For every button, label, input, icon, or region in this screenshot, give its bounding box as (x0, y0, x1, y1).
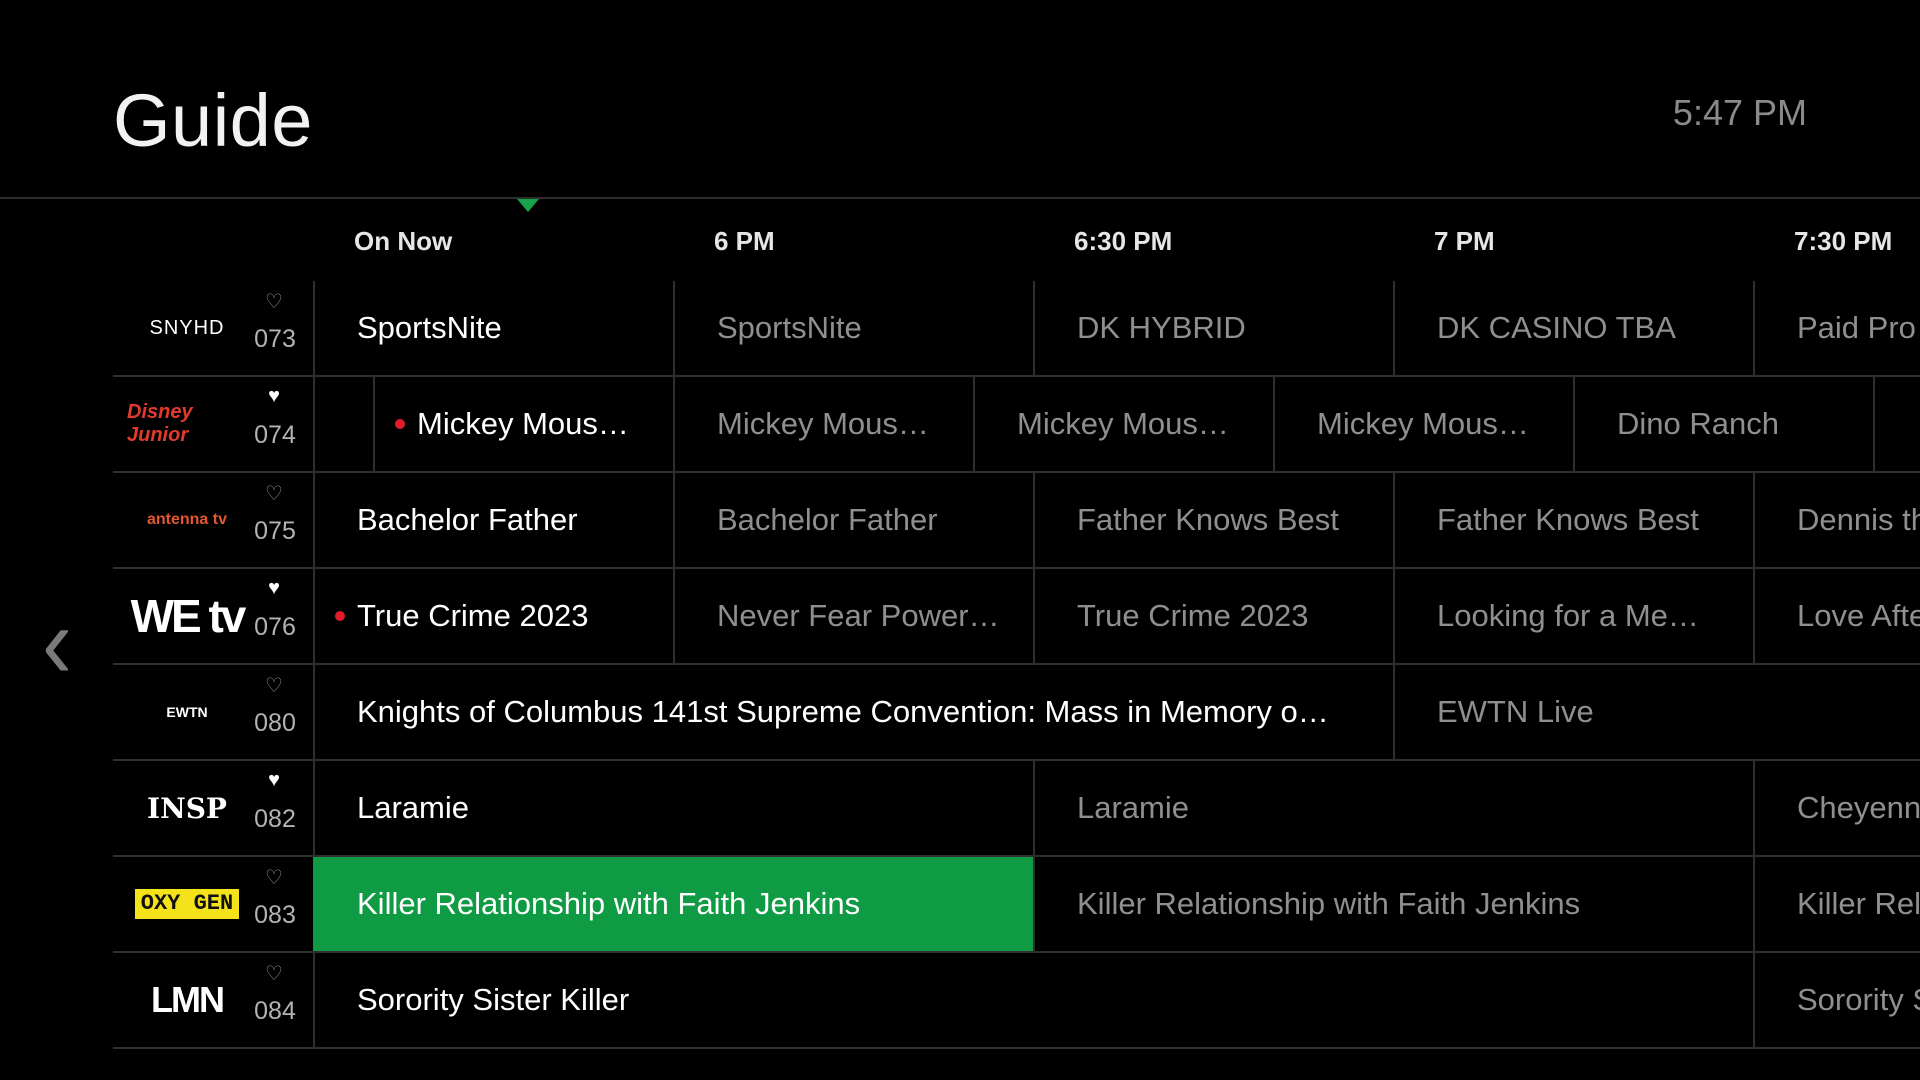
program-cell[interactable]: DK CASINO TBA (1393, 281, 1753, 375)
channel-number: 073 (254, 325, 296, 353)
channel-number: 075 (254, 517, 296, 545)
program-cell[interactable]: EWTN Live (1393, 665, 1920, 759)
program-cell[interactable]: Bachelor Father (313, 473, 673, 567)
channel-logo: LMN (151, 979, 225, 1020)
page-title: Guide (113, 79, 313, 162)
program-cell[interactable]: Father Knows Best (1393, 473, 1753, 567)
favorite-heart-icon[interactable]: ♥ (254, 385, 294, 408)
channel-logo: OXY GEN (127, 871, 247, 937)
program-cell[interactable]: Killer Relationship with Faith Jenkins (1033, 857, 1753, 951)
scroll-left-icon[interactable]: ‹ (42, 591, 72, 695)
live-dot-icon (395, 419, 405, 429)
channel-cell[interactable]: Disney Junior ♥ 074 (113, 377, 315, 471)
now-indicator-icon (517, 199, 539, 212)
channel-number: 080 (254, 709, 296, 737)
program-cell[interactable]: SportsNite (313, 281, 673, 375)
program-cell[interactable]: Sorority Sister Killer (313, 953, 1753, 1047)
favorite-heart-icon[interactable]: ♡ (254, 673, 294, 698)
program-cell[interactable]: Mickey Mous… (673, 377, 973, 471)
program-cell[interactable]: Paid Pro (1753, 281, 1920, 375)
guide-row: INSP ♥ 082 Laramie Laramie Cheyenn (113, 761, 1920, 857)
program-cell[interactable]: Mickey Mous… (973, 377, 1273, 471)
program-cell[interactable]: Laramie (1033, 761, 1753, 855)
program-title: Mickey Mous… (417, 406, 629, 441)
channel-logo: SNYHD (149, 316, 225, 339)
time-7pm: 7 PM (1434, 226, 1495, 256)
program-cell[interactable]: Looking for a Me… (1393, 569, 1753, 663)
favorite-heart-icon[interactable]: ♡ (254, 289, 294, 314)
time-on-now: On Now (354, 226, 453, 256)
channel-cell[interactable]: SNYHD ♡ 073 (113, 281, 315, 375)
program-cell-past (313, 377, 373, 471)
channel-logo: antenna tv (146, 511, 227, 528)
channel-logo: EWTN (166, 704, 208, 720)
program-cell[interactable]: Dino Ranch (1573, 377, 1873, 471)
program-cell[interactable]: Mickey Mous… (1273, 377, 1573, 471)
timebar: On Now 6 PM 6:30 PM 7 PM 7:30 PM (0, 199, 1920, 281)
program-cell[interactable]: True Crime 2023 (1033, 569, 1393, 663)
program-title: True Crime 2023 (357, 598, 589, 633)
program-cell[interactable] (1873, 377, 1920, 471)
channel-cell[interactable]: EWTN ♡ 080 (113, 665, 315, 759)
program-cell[interactable]: Cheyenn (1753, 761, 1920, 855)
guide-row: EWTN ♡ 080 Knights of Columbus 141st Sup… (113, 665, 1920, 761)
channel-number: 074 (254, 421, 296, 449)
favorite-heart-icon[interactable]: ♡ (254, 865, 294, 890)
guide-row: OXY GEN ♡ 083 Killer Relationship with F… (113, 857, 1920, 953)
program-cell[interactable]: Dennis th (1753, 473, 1920, 567)
channel-logo: WE tv (130, 590, 247, 642)
channel-cell[interactable]: antenna tv ♡ 075 (113, 473, 315, 567)
favorite-heart-icon[interactable]: ♥ (254, 577, 294, 600)
channel-cell[interactable]: LMN ♡ 084 (113, 953, 315, 1047)
favorite-heart-icon[interactable]: ♥ (254, 769, 294, 792)
program-cell[interactable]: Laramie (313, 761, 1033, 855)
clock: 5:47 PM (1672, 92, 1807, 133)
program-cell[interactable]: DK HYBRID (1033, 281, 1393, 375)
program-cell[interactable]: Sorority S (1753, 953, 1920, 1047)
guide-row: antenna tv ♡ 075 Bachelor Father Bachelo… (113, 473, 1920, 569)
guide-row: SNYHD ♡ 073 SportsNite SportsNite DK HYB… (113, 281, 1920, 377)
channel-number: 083 (254, 901, 296, 929)
guide-row: LMN ♡ 084 Sorority Sister Killer Sororit… (113, 953, 1920, 1049)
favorite-heart-icon[interactable]: ♡ (254, 481, 294, 506)
time-6pm: 6 PM (714, 226, 775, 256)
program-cell[interactable]: True Crime 2023 (313, 569, 673, 663)
program-cell[interactable]: Knights of Columbus 141st Supreme Conven… (313, 665, 1393, 759)
channel-cell[interactable]: WE tv ♥ 076 (113, 569, 315, 663)
guide-row: WE tv ♥ 076 True Crime 2023 Never Fear P… (113, 569, 1920, 665)
program-cell[interactable]: SportsNite (673, 281, 1033, 375)
program-cell[interactable]: Love Afte (1753, 569, 1920, 663)
program-cell[interactable]: Father Knows Best (1033, 473, 1393, 567)
program-cell-selected[interactable]: Killer Relationship with Faith Jenkins (313, 857, 1033, 951)
program-cell[interactable]: Bachelor Father (673, 473, 1033, 567)
channel-number: 076 (254, 613, 296, 641)
time-730pm: 7:30 PM (1794, 226, 1893, 256)
channel-cell[interactable]: OXY GEN ♡ 083 (113, 857, 315, 951)
favorite-heart-icon[interactable]: ♡ (254, 961, 294, 986)
guide-grid: SNYHD ♡ 073 SportsNite SportsNite DK HYB… (113, 281, 1920, 1049)
time-630pm: 6:30 PM (1074, 226, 1173, 256)
program-cell[interactable]: Mickey Mous… (373, 377, 673, 471)
channel-number: 082 (254, 805, 296, 833)
channel-cell[interactable]: INSP ♥ 082 (113, 761, 315, 855)
channel-number: 084 (254, 997, 296, 1025)
channel-logo: INSP (147, 791, 227, 825)
program-cell[interactable]: Killer Rel (1753, 857, 1920, 951)
channel-logo: Disney Junior (127, 401, 193, 446)
guide-row: Disney Junior ♥ 074 Mickey Mous… Mickey … (113, 377, 1920, 473)
live-dot-icon (335, 611, 345, 621)
program-cell[interactable]: Never Fear Power… (673, 569, 1033, 663)
